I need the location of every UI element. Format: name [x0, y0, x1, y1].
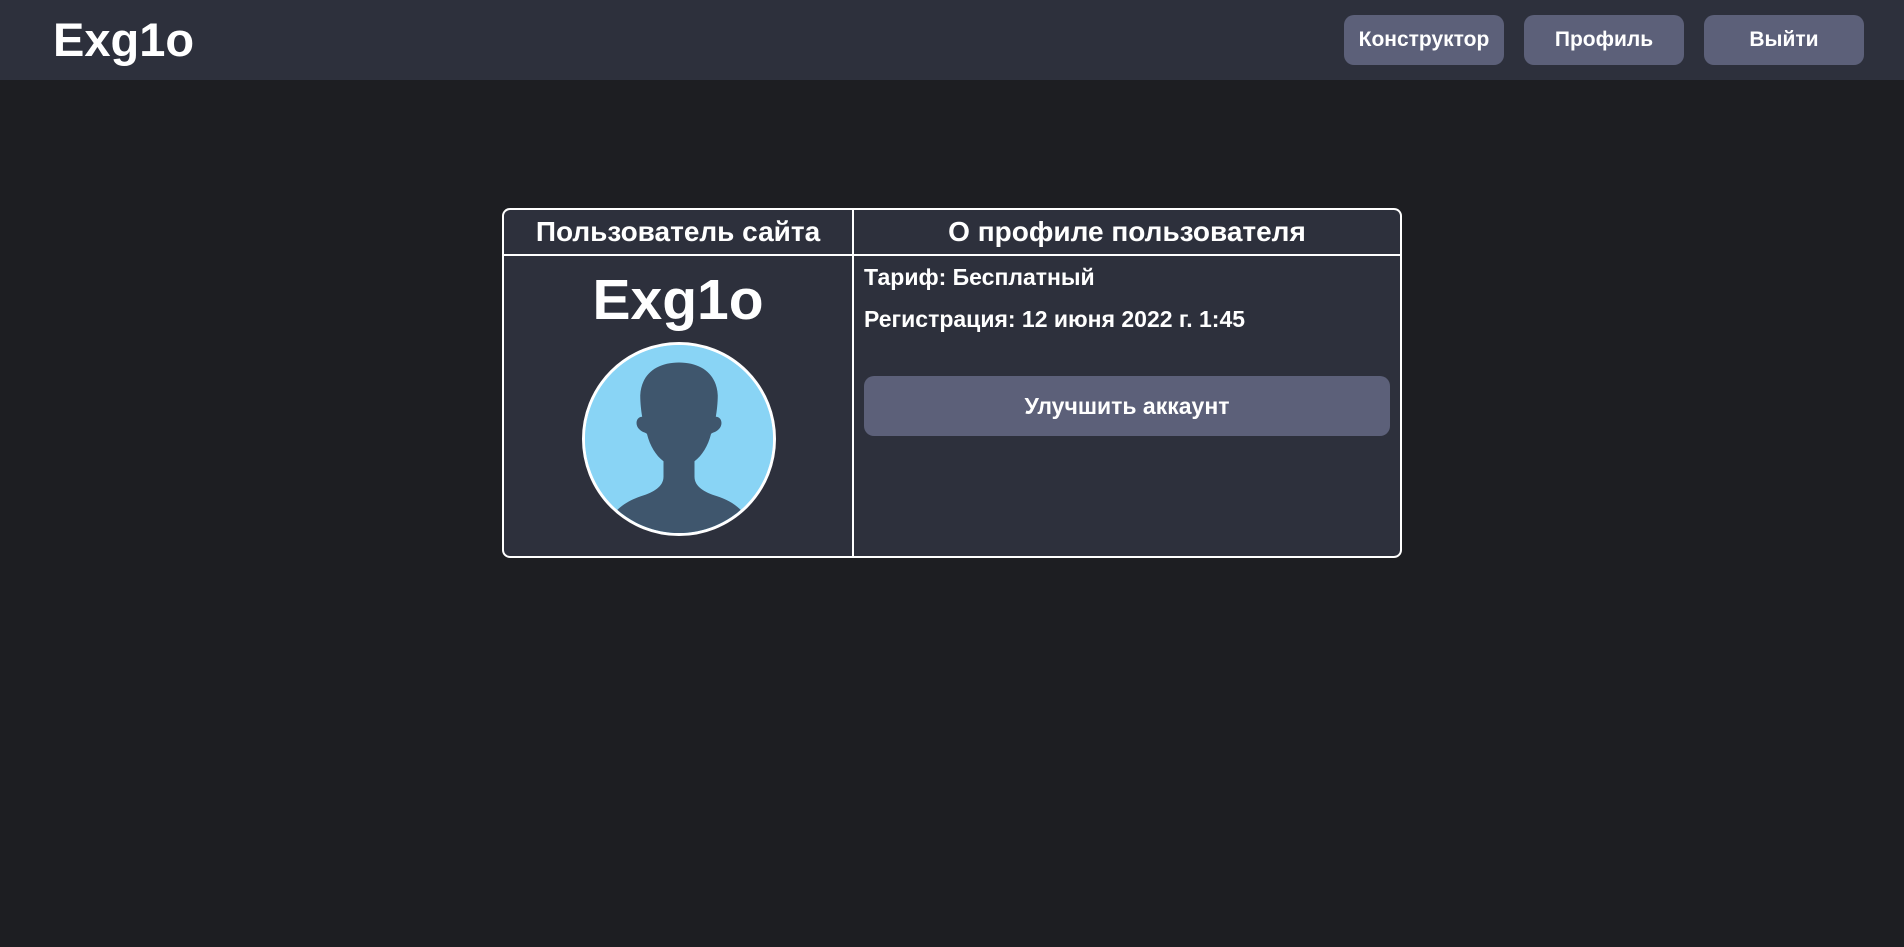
upgrade-account-button[interactable]: Улучшить аккаунт — [864, 376, 1390, 436]
top-header: Exg1o Конструктор Профиль Выйти — [0, 0, 1904, 80]
registration-date: Регистрация: 12 июня 2022 г. 1:45 — [864, 306, 1246, 332]
avatar — [582, 342, 776, 536]
logout-button[interactable]: Выйти — [1704, 15, 1864, 65]
user-column-heading: Пользователь сайта — [504, 210, 852, 256]
tariff-text: Тариф: Бесплатный — [864, 264, 1095, 290]
username: Exg1o — [592, 268, 764, 332]
constructor-button[interactable]: Конструктор — [1344, 15, 1504, 65]
profile-info-heading: О профиле пользователя — [854, 210, 1400, 256]
site-logo[interactable]: Exg1o — [53, 14, 194, 66]
profile-button[interactable]: Профиль — [1524, 15, 1684, 65]
profile-card: Пользователь сайта Exg1o О профиле польз… — [502, 208, 1402, 558]
profile-info-column: О профиле пользователя Тариф: Бесплатный… — [854, 210, 1400, 556]
user-column: Пользователь сайта Exg1o — [504, 210, 854, 556]
user-silhouette-icon — [585, 345, 773, 533]
